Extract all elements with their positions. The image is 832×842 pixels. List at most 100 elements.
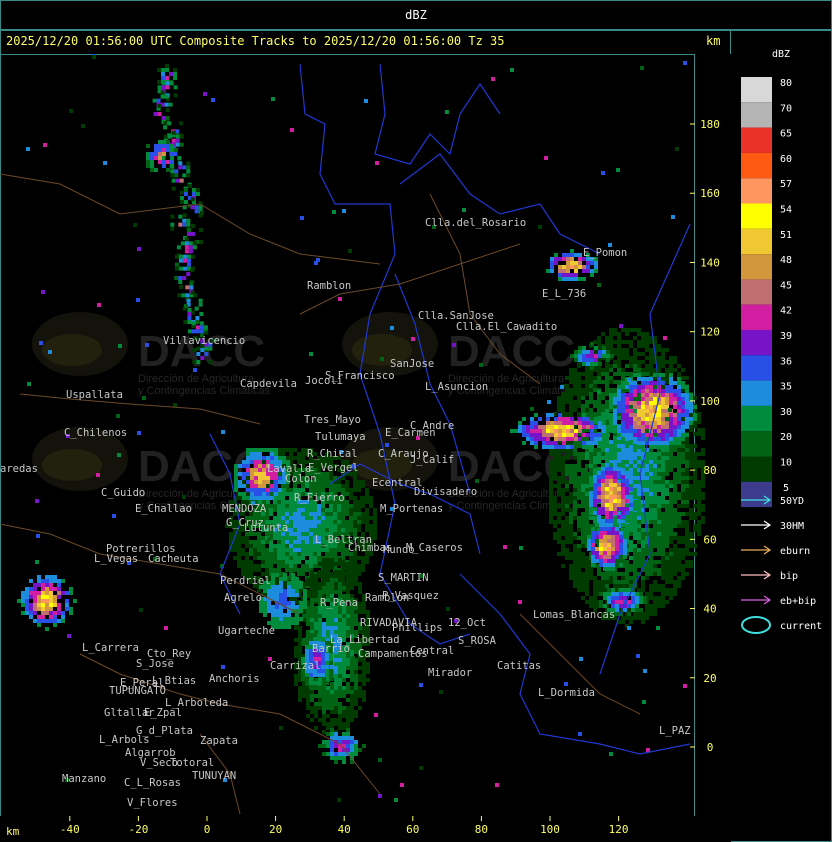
place-label: Cacheuta <box>148 553 199 565</box>
legend-label: 36 <box>780 356 792 367</box>
place-label: Lulunta <box>244 522 288 534</box>
legend-swatch <box>741 152 772 179</box>
track-legend-label: current <box>780 621 822 632</box>
place-label: S_MARTIN <box>378 572 429 584</box>
place-label: Carrizal <box>270 660 321 672</box>
place-label: Colon <box>285 473 317 485</box>
legend-label: 57 <box>780 179 792 190</box>
place-label: Villavicencio <box>163 335 245 347</box>
track-legend-label: eburn <box>780 546 810 557</box>
place-label: aredas <box>0 463 38 475</box>
place-label: Agrelo <box>224 592 262 604</box>
y-tick-label: 80 <box>703 464 716 477</box>
place-label: MENDOZA <box>222 503 267 515</box>
place-label: Ramblon <box>365 592 409 604</box>
legend-swatch <box>741 77 772 103</box>
legend-title: dBZ <box>772 49 790 60</box>
x-tick-label: 100 <box>540 823 560 836</box>
place-label: R_Fierro <box>294 492 345 504</box>
radar-map[interactable]: DACCDirección de Agriculturay Contingenc… <box>0 54 731 816</box>
legend-swatch <box>741 254 772 280</box>
legend-swatch <box>741 481 772 508</box>
legend-label: 51 <box>780 230 792 241</box>
place-label: TUNUYAN <box>192 770 236 782</box>
place-label: Divisadero <box>414 486 477 498</box>
x-axis-unit: km <box>6 825 20 838</box>
x-tick-label: -40 <box>60 823 80 836</box>
place-label: L_Vegas <box>94 553 138 565</box>
place-label: Perdriel <box>220 575 271 587</box>
x-tick-label: 40 <box>338 823 351 836</box>
y-tick-label: 140 <box>700 256 720 269</box>
legend-swatch <box>741 178 772 204</box>
legend-label: 30 <box>780 407 792 418</box>
place-label: M_Caseros <box>406 542 463 554</box>
place-label: C_Andre <box>410 420 454 432</box>
legend-swatch <box>741 127 772 153</box>
track-legend-label: eb+bip <box>780 596 816 607</box>
legend-swatch <box>741 228 772 255</box>
y-tick-label: 100 <box>700 395 720 408</box>
track-legend-label: 50YD <box>780 496 804 507</box>
legend-label: 10 <box>780 458 792 469</box>
legend-label: 42 <box>780 306 792 317</box>
place-label: J_Calif <box>410 454 454 466</box>
legend-swatch <box>741 456 772 482</box>
place-label: 12_Oct <box>448 617 486 629</box>
legend-swatch <box>741 330 772 356</box>
legend-swatch <box>741 279 772 305</box>
place-label: Ugarteche <box>218 625 275 637</box>
svg-text:Dirección de Agricultura: Dirección de Agricultura <box>138 373 255 385</box>
x-tick-label: 60 <box>406 823 419 836</box>
x-tick-label: 20 <box>269 823 282 836</box>
place-label: SanJose <box>390 358 434 370</box>
x-tick-label: -20 <box>128 823 148 836</box>
place-label: L_Carrera <box>82 642 139 654</box>
place-label: Lomas_Blancas <box>533 609 615 621</box>
x-tick-label: 120 <box>609 823 629 836</box>
place-label: Anchoris <box>209 673 260 685</box>
legend-label: 48 <box>780 255 792 266</box>
y-tick-label: 40 <box>703 603 716 616</box>
place-label: Tres_Mayo <box>304 414 361 426</box>
legend-label: 65 <box>780 129 792 140</box>
place-label: C_Chilenos <box>64 427 127 439</box>
track-legend-label: bip <box>780 571 798 582</box>
place-label: L_PAZ <box>659 725 691 737</box>
legend-label: 60 <box>780 154 792 165</box>
place-label: E_Pomon <box>583 247 627 259</box>
track-legend-label: 30HM <box>780 521 804 532</box>
place-label: M_Portenas <box>380 503 443 515</box>
place-label: Central <box>410 645 454 657</box>
legend-label: 39 <box>780 331 792 342</box>
place-label: V_Flores <box>127 797 178 809</box>
svg-text:DACC: DACC <box>448 327 575 376</box>
y-tick-label: 180 <box>700 118 720 131</box>
place-label: R_Chical <box>307 448 358 460</box>
place-label: R_Pena <box>320 597 358 609</box>
legend-swatch <box>741 380 772 406</box>
place-label: Manzano <box>62 773 106 785</box>
place-label: Uspallata <box>66 389 123 401</box>
map-subtitle: 2025/12/20 01:56:00 UTC Composite Tracks… <box>6 34 505 48</box>
place-label: E_Zpal <box>144 707 182 719</box>
y-tick-label: 120 <box>700 326 720 339</box>
place-label: Totoral <box>170 757 214 769</box>
place-label: L_Asuncion <box>425 381 488 393</box>
window-title: dBZ <box>405 8 427 22</box>
place-label: Tulumaya <box>315 431 366 443</box>
place-label: Clla.del_Rosario <box>425 217 526 229</box>
legend-swatch <box>741 431 772 457</box>
legend-label: 54 <box>780 205 792 216</box>
place-label: Capdevila <box>240 378 297 390</box>
place-label: Phillips <box>392 622 443 634</box>
place-label: La_Libertad <box>330 634 400 646</box>
legend-swatch <box>741 304 772 330</box>
y-tick-label: 20 <box>703 672 716 685</box>
x-tick-label: 80 <box>475 823 488 836</box>
place-label: Ramblon <box>307 280 351 292</box>
place-label: C_Guido <box>101 487 145 499</box>
place-label: S_ROSA <box>458 635 497 647</box>
place-label: TUPUNGATO <box>109 685 166 697</box>
legend-swatch <box>741 405 772 432</box>
